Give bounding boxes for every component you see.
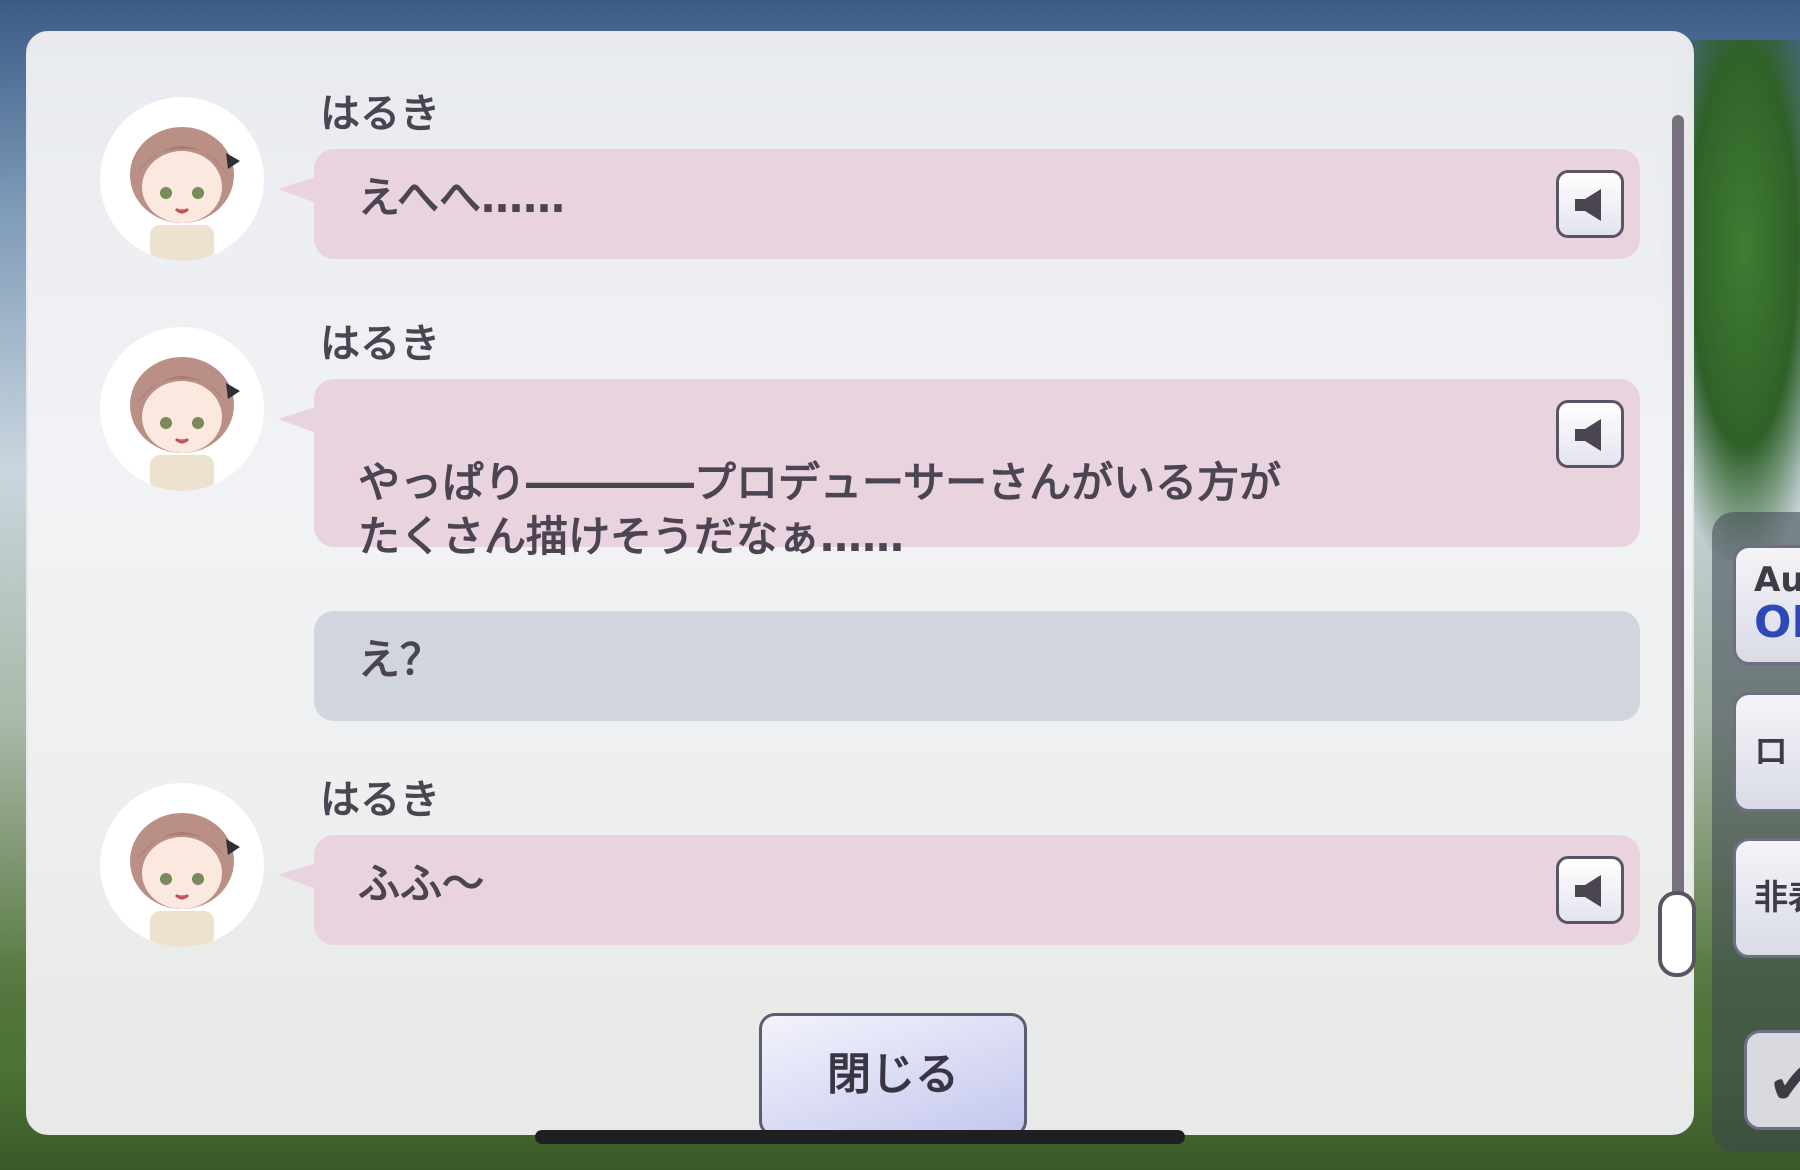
auto-button-state: OF (1754, 597, 1800, 649)
scrollbar-thumb[interactable] (1658, 891, 1696, 977)
speaker-icon (1575, 875, 1601, 907)
dialogue-text: えへへ…… (358, 173, 566, 222)
speaker-icon (1575, 419, 1601, 451)
dialogue-text: ふふ～ (358, 859, 485, 908)
narration-bubble: え？ (314, 611, 1640, 721)
dialogue-bubble: えへへ…… (314, 149, 1640, 259)
dialogue-text: やっぱり――――プロデューサーさんがいる方が たくさん描けそうだなぁ…… (358, 457, 1282, 562)
bubble-tail (278, 177, 316, 203)
scrollbar-track[interactable] (1672, 115, 1684, 975)
speaker-icon (1575, 189, 1601, 221)
speaker-name: はるき (320, 777, 440, 823)
auto-button-label: Au (1754, 560, 1800, 600)
bubble-tail (278, 407, 316, 433)
close-button-label: 閉じる (827, 1049, 959, 1100)
narration-text: え？ (358, 635, 443, 684)
auto-button[interactable]: Au OF (1733, 545, 1800, 665)
avatar (100, 327, 264, 491)
avatar (100, 783, 264, 947)
close-button[interactable]: 閉じる (759, 1013, 1027, 1137)
confirm-check-button[interactable]: ✔ (1744, 1030, 1800, 1130)
bubble-tail (278, 863, 316, 889)
log-button-label: ロ (1754, 732, 1788, 772)
log-button[interactable]: ロ (1733, 692, 1800, 812)
dialogue-bubble: やっぱり――――プロデューサーさんがいる方が たくさん描けそうだなぁ…… (314, 379, 1640, 561)
avatar (100, 97, 264, 261)
dialogue-bubble: ふふ～ (314, 835, 1640, 945)
hide-button-label: 非表 (1754, 878, 1800, 918)
backlog-panel: はるき えへへ…… はるき やっぱり――――プロデューサーさんがいる方が たくさ… (26, 31, 1696, 1137)
voice-replay-button[interactable] (1556, 170, 1624, 238)
home-indicator (535, 1130, 1185, 1144)
hide-button[interactable]: 非表 (1733, 838, 1800, 958)
speaker-name: はるき (320, 91, 440, 137)
speaker-name: はるき (320, 321, 440, 367)
voice-replay-button[interactable] (1556, 400, 1624, 468)
check-icon: ✔ (1767, 1046, 1800, 1120)
voice-replay-button[interactable] (1556, 856, 1624, 924)
